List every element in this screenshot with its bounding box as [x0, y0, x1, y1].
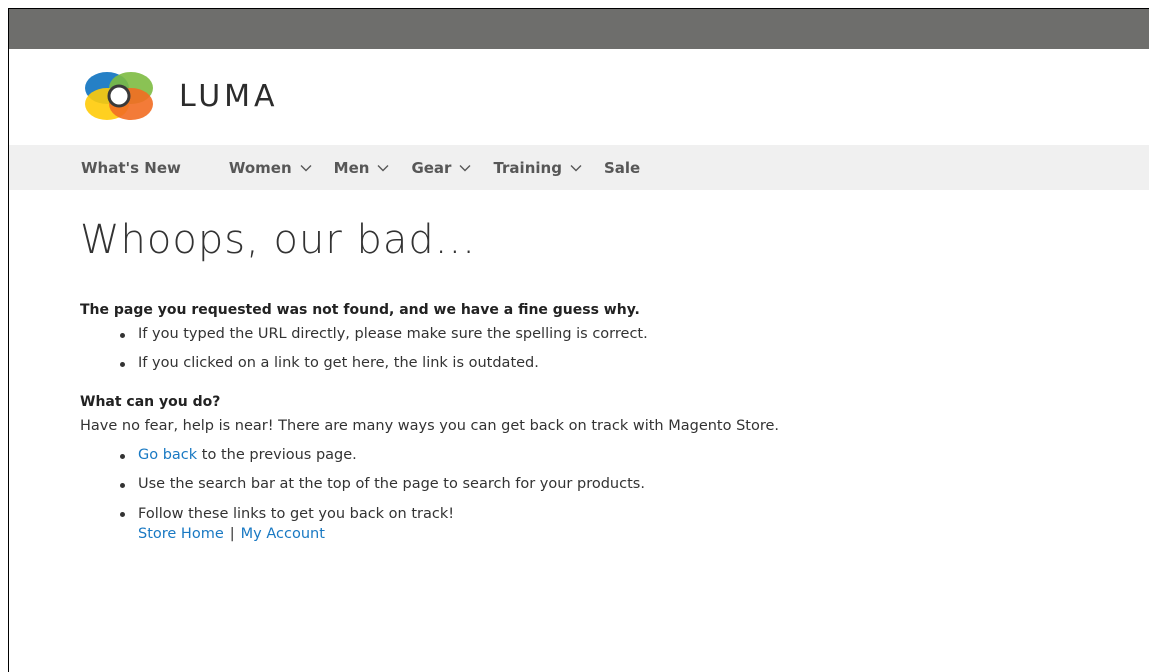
main-content: Whoops, our bad... The page you requeste…	[9, 214, 1149, 544]
logo-text: LUMA	[179, 78, 279, 114]
nav-item-label: Sale	[603, 158, 641, 177]
browser-viewport: LUMA What's New Women Men Gear Training …	[8, 8, 1149, 672]
page-header: LUMA	[9, 49, 1149, 145]
page-title: Whoops, our bad...	[80, 217, 476, 263]
nav-item-label: What's New	[81, 158, 181, 177]
nav-item-men[interactable]: Men	[334, 159, 390, 177]
nav-item-label: Men	[333, 158, 370, 177]
list-item: If you clicked on a link to get here, th…	[120, 349, 1149, 378]
store-home-link[interactable]: Store Home	[138, 526, 224, 542]
luma-logo-icon	[85, 72, 153, 120]
link-separator: |	[229, 526, 235, 542]
help-intro-text: Have no fear, help is near! There are ma…	[80, 418, 780, 434]
nav-item-label: Gear	[411, 158, 452, 177]
follow-links-text: Follow these links to get you back on tr…	[138, 506, 455, 522]
nav-item-label: Women	[228, 158, 292, 177]
what-can-you-do-heading: What can you do?	[80, 394, 221, 410]
nav-item-gear[interactable]: Gear	[411, 159, 471, 177]
not-found-heading: The page you requested was not found, an…	[80, 302, 640, 318]
actions-list: Go back to the previous page. Use the se…	[80, 441, 1149, 544]
go-back-text: to the previous page.	[197, 447, 357, 463]
list-item: Follow these links to get you back on tr…	[120, 499, 1149, 544]
go-back-link[interactable]: Go back	[138, 447, 197, 463]
nav-item-label: Training	[493, 158, 562, 177]
list-item: Go back to the previous page.	[120, 441, 1149, 470]
nav-item-whats-new[interactable]: What's New	[81, 159, 181, 177]
nav-item-training[interactable]: Training	[493, 158, 582, 177]
reasons-list: If you typed the URL directly, please ma…	[80, 320, 1149, 378]
my-account-link[interactable]: My Account	[241, 526, 325, 542]
nav-item-women[interactable]: Women	[229, 159, 312, 177]
chevron-down-icon	[377, 164, 389, 171]
chevron-down-icon	[300, 164, 312, 171]
chevron-down-icon	[459, 164, 471, 171]
top-panel-bar	[9, 9, 1149, 49]
quick-links: Store Home | My Account	[138, 524, 1149, 544]
store-logo[interactable]: LUMA	[81, 70, 279, 122]
list-item: If you typed the URL directly, please ma…	[120, 320, 1149, 349]
list-item: Use the search bar at the top of the pag…	[120, 470, 1149, 499]
chevron-down-icon	[570, 164, 582, 171]
main-navigation: What's New Women Men Gear Training Sale	[9, 145, 1149, 190]
nav-item-sale[interactable]: Sale	[604, 159, 640, 177]
